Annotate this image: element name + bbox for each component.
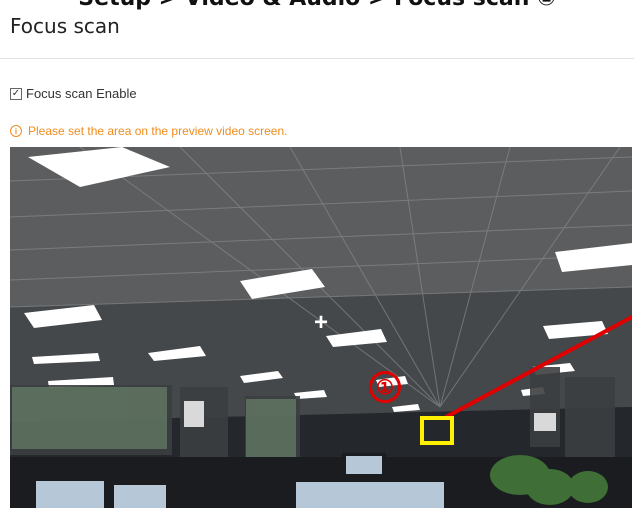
- preview-notice: i Please set the area on the preview vid…: [10, 124, 288, 138]
- page-title: Focus scan: [10, 14, 120, 38]
- focus-scan-enable-row[interactable]: ✓ Focus scan Enable: [10, 86, 137, 101]
- title-divider: [0, 58, 634, 59]
- callout-number: ①: [369, 371, 401, 403]
- preview-video-screen[interactable]: + ①: [10, 147, 632, 508]
- preview-notice-text: Please set the area on the preview video…: [28, 124, 288, 138]
- info-icon: i: [10, 125, 22, 137]
- top-caption: Setup > Video & Audio > Focus scan ①: [0, 0, 634, 10]
- preview-crosshair: +: [313, 309, 328, 336]
- focus-scan-enable-checkbox[interactable]: ✓: [10, 87, 22, 100]
- focus-area-rectangle[interactable]: [420, 416, 454, 445]
- focus-scan-enable-label[interactable]: Focus scan Enable: [26, 86, 137, 101]
